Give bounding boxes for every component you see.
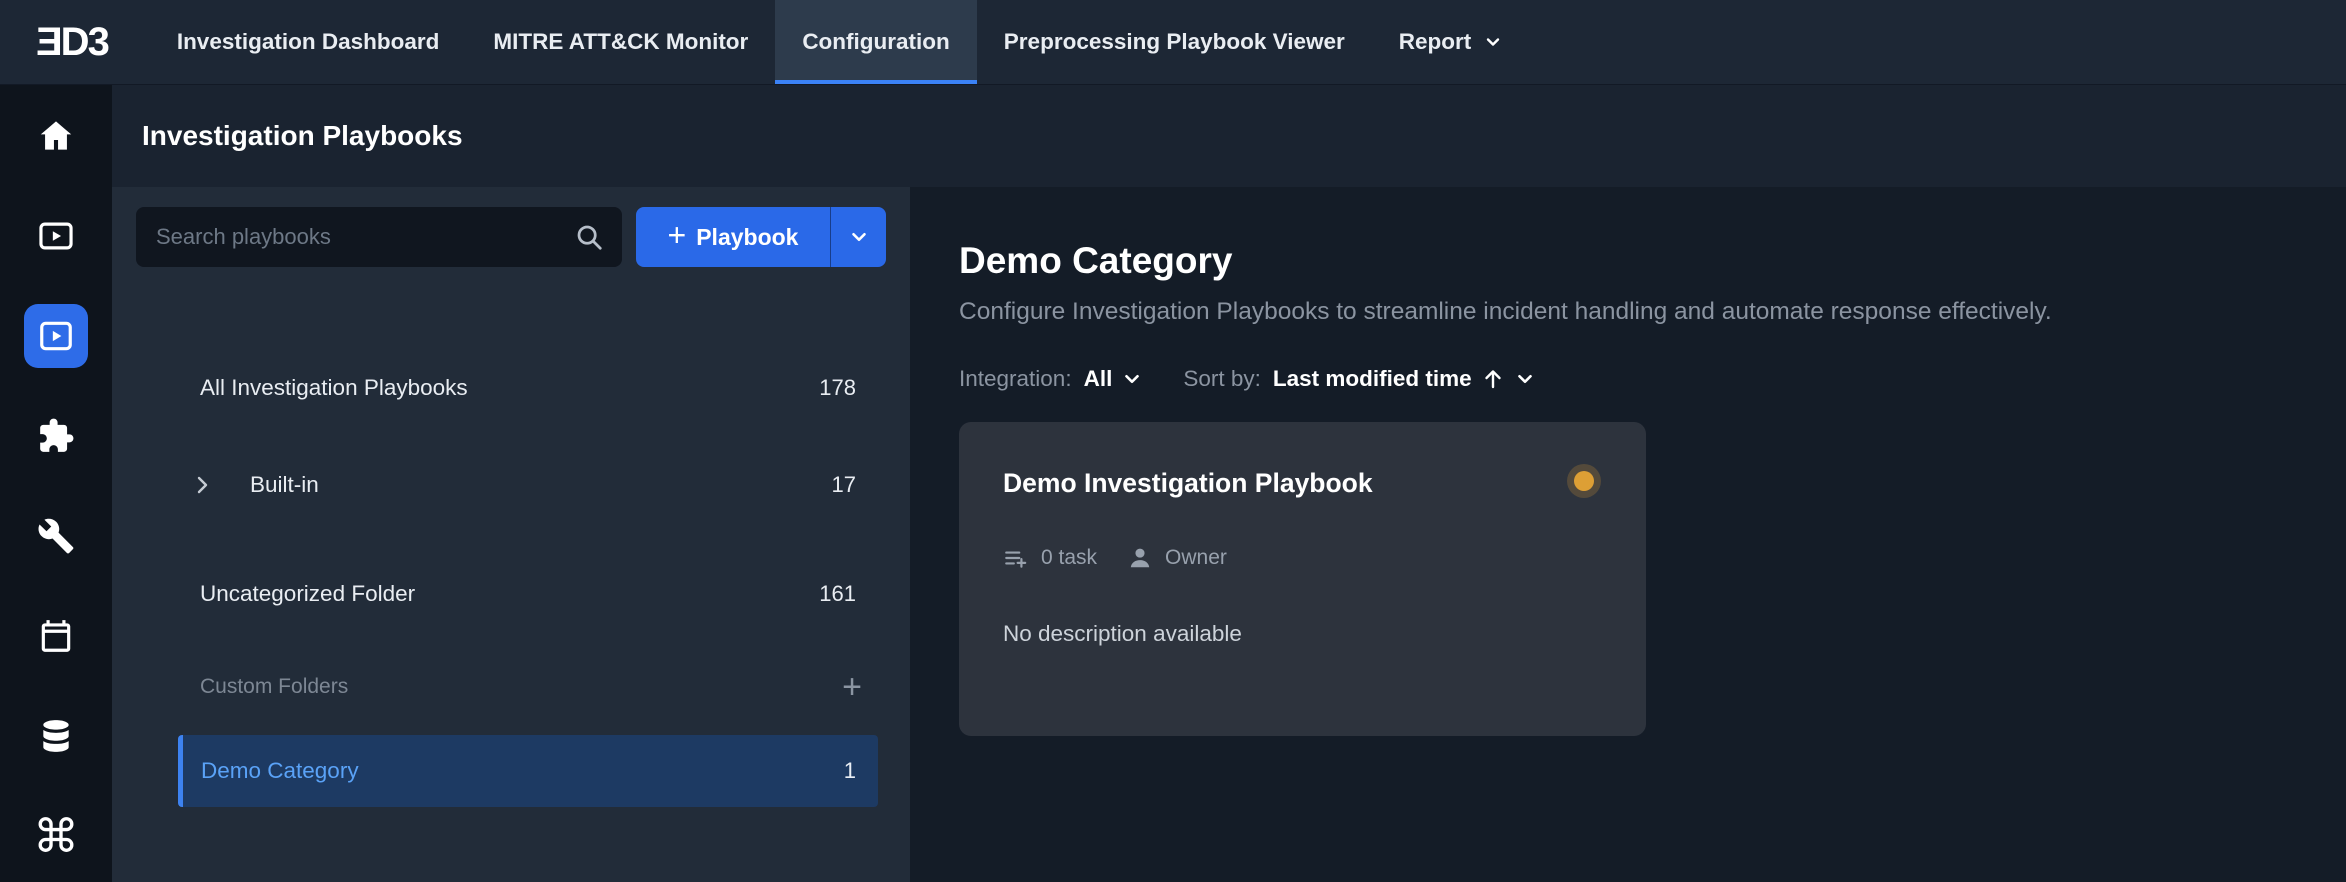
custom-folders-label: Custom Folders	[200, 675, 348, 699]
integration-filter-value: All	[1084, 366, 1113, 392]
sort-ascending-icon	[1481, 367, 1505, 391]
d3-logo: ƎD3	[0, 0, 150, 84]
folder-list: All Investigation Playbooks 178 Built-in…	[112, 352, 910, 807]
playbook-card-meta: 0 task Owner	[1003, 545, 1602, 571]
category-content: Demo Category Configure Investigation Pl…	[910, 187, 2346, 882]
top-nav: ƎD3 Investigation Dashboard MITRE ATT&CK…	[0, 0, 2346, 85]
category-subtitle: Configure Investigation Playbooks to str…	[959, 298, 2286, 326]
page-header: Investigation Playbooks	[112, 85, 2346, 187]
folder-count: 161	[819, 581, 856, 607]
chevron-down-icon	[1483, 32, 1503, 52]
status-dot-icon	[1574, 471, 1594, 491]
calendar-icon[interactable]	[24, 604, 88, 668]
nav-tab-mitre-attck-monitor[interactable]: MITRE ATT&CK Monitor	[466, 0, 775, 84]
new-playbook-label: Playbook	[696, 224, 798, 251]
home-icon[interactable]	[24, 104, 88, 168]
new-playbook-button[interactable]: + Playbook	[636, 207, 830, 267]
person-icon	[1127, 545, 1153, 571]
nav-tab-preprocessing-playbook-viewer[interactable]: Preprocessing Playbook Viewer	[977, 0, 1372, 84]
search-box	[136, 207, 622, 267]
search-icon[interactable]	[574, 222, 604, 252]
nav-tab-report[interactable]: Report	[1372, 0, 1531, 84]
nav-tab-label: MITRE ATT&CK Monitor	[493, 29, 748, 55]
integration-filter-dropdown[interactable]: All	[1084, 366, 1144, 392]
playbook-card[interactable]: Demo Investigation Playbook 0 task Owner…	[959, 422, 1646, 736]
folder-item-all-investigation-playbooks[interactable]: All Investigation Playbooks 178	[112, 352, 910, 424]
new-playbook-dropdown-button[interactable]	[831, 207, 886, 267]
chevron-down-icon	[848, 226, 870, 248]
nav-tab-label: Preprocessing Playbook Viewer	[1004, 29, 1345, 55]
chevron-down-icon	[1121, 368, 1143, 390]
nav-tab-investigation-dashboard[interactable]: Investigation Dashboard	[150, 0, 467, 84]
nav-tab-label: Investigation Dashboard	[177, 29, 440, 55]
sort-by-value: Last modified time	[1273, 366, 1472, 392]
playbook-card-header: Demo Investigation Playbook	[1003, 468, 1602, 499]
folder-item-uncategorized[interactable]: Uncategorized Folder 161	[112, 558, 910, 630]
owner-label: Owner	[1165, 546, 1227, 570]
video-player-icon[interactable]	[24, 204, 88, 268]
integration-filter-label: Integration:	[959, 366, 1072, 392]
folder-count: 17	[832, 472, 856, 498]
new-playbook-split-button: + Playbook	[636, 207, 886, 267]
playbook-card-description: No description available	[1003, 621, 1602, 647]
playbook-folder-panel: + Playbook All Investigation Playbooks 1…	[112, 187, 910, 882]
puzzle-icon[interactable]	[24, 404, 88, 468]
chevron-right-icon[interactable]	[190, 473, 214, 497]
sort-by-label: Sort by:	[1183, 366, 1261, 392]
tools-icon[interactable]	[24, 504, 88, 568]
chevron-down-icon	[1514, 368, 1536, 390]
folder-item-demo-category[interactable]: Demo Category 1	[178, 735, 878, 807]
nav-tab-label: Configuration	[802, 29, 949, 55]
folder-label: Built-in	[250, 472, 832, 498]
app: ƎD3 Investigation Dashboard MITRE ATT&CK…	[0, 0, 2346, 882]
playbook-icon[interactable]	[24, 304, 88, 368]
search-input[interactable]	[136, 207, 622, 267]
command-icon[interactable]: ⌘	[24, 804, 88, 868]
filter-bar: Integration: All Sort by: Last modified …	[959, 366, 2286, 392]
category-title: Demo Category	[959, 240, 2286, 282]
custom-folders-section: Custom Folders +	[112, 657, 910, 717]
icon-rail: ⌘	[0, 85, 112, 882]
folder-count: 1	[844, 758, 856, 784]
folder-label: Demo Category	[201, 758, 844, 784]
folder-label: Uncategorized Folder	[200, 581, 819, 607]
task-list-icon	[1003, 545, 1029, 571]
task-count: 0 task	[1041, 546, 1097, 570]
page-title: Investigation Playbooks	[142, 120, 463, 152]
plus-icon: +	[668, 219, 687, 251]
add-folder-button[interactable]: +	[842, 670, 862, 704]
sort-by-dropdown[interactable]: Last modified time	[1273, 366, 1536, 392]
nav-tab-label: Report	[1399, 29, 1472, 55]
folder-label: All Investigation Playbooks	[200, 375, 819, 401]
panel-toolbar: + Playbook	[112, 187, 910, 267]
folder-item-built-in[interactable]: Built-in 17	[112, 449, 910, 521]
nav-tab-configuration[interactable]: Configuration	[775, 0, 976, 84]
database-icon[interactable]	[24, 704, 88, 768]
folder-count: 178	[819, 375, 856, 401]
playbook-card-title: Demo Investigation Playbook	[1003, 468, 1373, 499]
